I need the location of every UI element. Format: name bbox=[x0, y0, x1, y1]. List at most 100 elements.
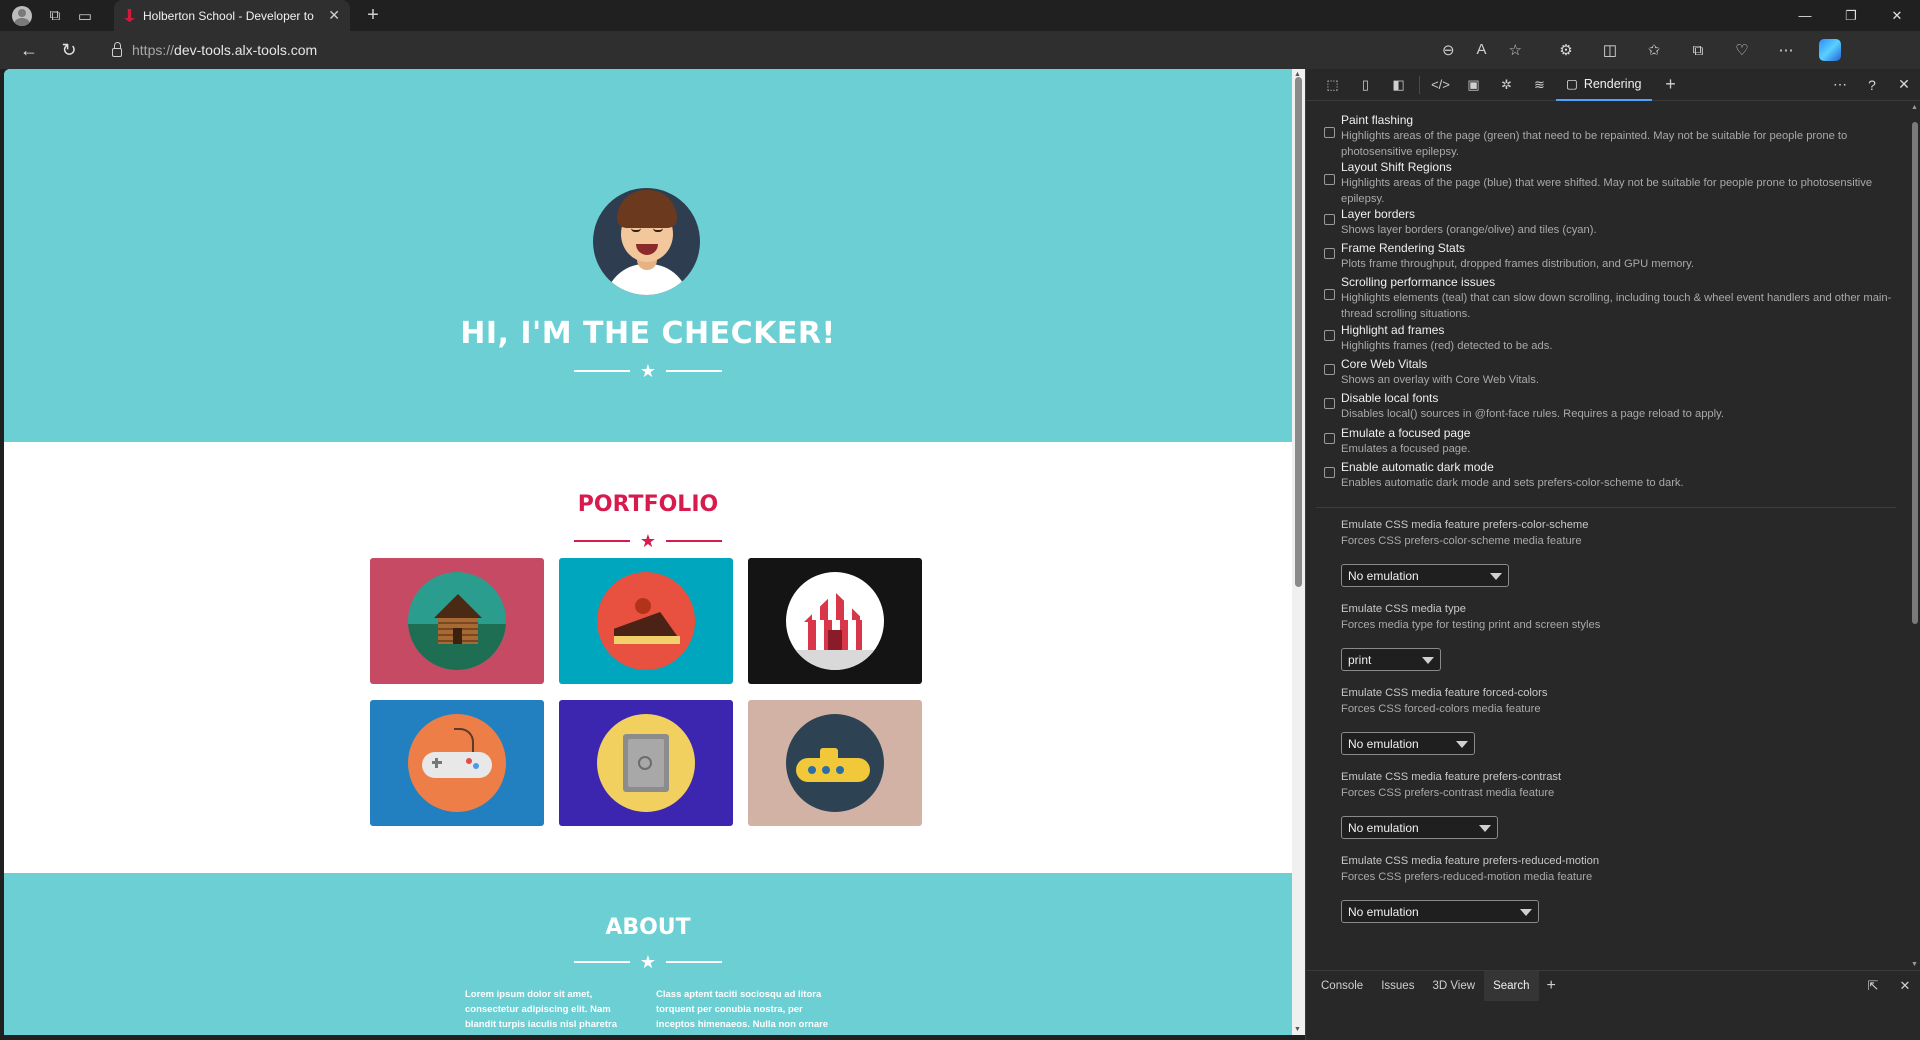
option-core-web-vitals[interactable]: Core Web Vitals Shows an overlay with Co… bbox=[1324, 356, 1894, 388]
star-icon: ★ bbox=[639, 361, 657, 381]
option-highlight-ad-frames[interactable]: Highlight ad frames Highlights frames (r… bbox=[1324, 322, 1894, 354]
favorites-icon[interactable]: ✩ bbox=[1632, 35, 1676, 65]
portfolio-item-circus[interactable] bbox=[748, 558, 922, 684]
checkbox[interactable] bbox=[1324, 398, 1335, 409]
devtools-toolbar: ⬚ ▯ ◧ </> ▣ ✲ ≋ ▢ Rendering + ⋯ ? ✕ bbox=[1306, 69, 1920, 101]
split-screen-icon[interactable]: ◫ bbox=[1588, 35, 1632, 65]
help-icon[interactable]: ? bbox=[1856, 69, 1888, 101]
tab-3d-view[interactable]: 3D View bbox=[1423, 971, 1484, 1001]
tab-search[interactable]: Search bbox=[1484, 970, 1539, 1001]
devtools-drawer: Console Issues 3D View Search + ⇱ ✕ bbox=[1306, 970, 1920, 1001]
undock-drawer-icon[interactable]: ⇱ bbox=[1857, 971, 1889, 1001]
emulate-prefers-reduced-motion: Emulate CSS media feature prefers-reduce… bbox=[1341, 853, 1599, 923]
option-scrolling-performance[interactable]: Scrolling performance issues Highlights … bbox=[1324, 274, 1894, 322]
checkbox[interactable] bbox=[1324, 127, 1335, 138]
game-controller-icon bbox=[408, 714, 506, 812]
option-frame-rendering-stats[interactable]: Frame Rendering Stats Plots frame throug… bbox=[1324, 240, 1894, 272]
divider bbox=[1316, 507, 1896, 508]
tab-console[interactable]: Console bbox=[1312, 971, 1372, 1001]
avatar bbox=[593, 188, 700, 295]
portfolio-item-safe[interactable] bbox=[559, 700, 733, 826]
checkbox[interactable] bbox=[1324, 330, 1335, 341]
inspect-icon[interactable]: ⬚ bbox=[1316, 69, 1349, 101]
tab-title: Holberton School - Developer to bbox=[143, 8, 314, 23]
option-disable-local-fonts[interactable]: Disable local fonts Disables local() sou… bbox=[1324, 390, 1894, 422]
prefers-reduced-motion-select[interactable]: No emulation bbox=[1341, 900, 1539, 923]
sources-icon[interactable]: ✲ bbox=[1490, 69, 1523, 101]
refresh-icon[interactable]: ↻ bbox=[52, 35, 86, 65]
more-icon[interactable]: ⋯ bbox=[1824, 69, 1856, 101]
read-aloud-icon[interactable]: A bbox=[1477, 41, 1487, 59]
restore-icon[interactable]: ❐ bbox=[1828, 0, 1874, 31]
device-emulation-icon[interactable]: ▯ bbox=[1349, 69, 1382, 101]
portfolio-item-submarine[interactable] bbox=[748, 700, 922, 826]
address-bar[interactable]: https://dev-tools.alx-tools.com ⊖ A ☆ bbox=[112, 35, 1532, 65]
more-icon[interactable]: ⋯ bbox=[1764, 35, 1808, 65]
about-text-right: Class aptent taciti sociosqu ad litora t… bbox=[656, 989, 829, 1030]
prefers-color-scheme-select[interactable]: No emulation bbox=[1341, 564, 1509, 587]
browser-essentials-icon[interactable]: ♡ bbox=[1720, 35, 1764, 65]
forced-colors-select[interactable]: No emulation bbox=[1341, 732, 1475, 755]
portfolio-item-game-controller[interactable] bbox=[370, 700, 544, 826]
devtools-scrollbar[interactable]: ▲ ▼ bbox=[1909, 102, 1920, 970]
network-icon[interactable]: ≋ bbox=[1523, 69, 1556, 101]
lock-icon[interactable] bbox=[112, 41, 122, 57]
close-devtools-icon[interactable]: ✕ bbox=[1888, 69, 1920, 101]
about-section: ABOUT ★ Lorem ipsum dolor sit amet, cons… bbox=[4, 873, 1292, 1035]
copilot-icon[interactable] bbox=[1808, 35, 1852, 65]
minimize-icon[interactable]: — bbox=[1782, 0, 1828, 31]
workspaces-icon[interactable]: ⧉ bbox=[40, 0, 70, 31]
option-paint-flashing[interactable]: Paint flashing Highlights areas of the p… bbox=[1324, 112, 1894, 160]
option-emulate-focused-page[interactable]: Emulate a focused page Emulates a focuse… bbox=[1324, 425, 1894, 457]
dock-icon[interactable]: ◧ bbox=[1382, 69, 1415, 101]
console-icon[interactable]: ▣ bbox=[1457, 69, 1490, 101]
portfolio-title: PORTFOLIO bbox=[577, 492, 719, 517]
page-viewport[interactable]: HI, I'M THE CHECKER! ★ PORTFOLIO ★ ABOUT… bbox=[4, 69, 1292, 1035]
checkbox[interactable] bbox=[1324, 174, 1335, 185]
media-type-select[interactable]: print bbox=[1341, 648, 1441, 671]
checkbox[interactable] bbox=[1324, 248, 1335, 259]
close-drawer-icon[interactable]: ✕ bbox=[1889, 971, 1920, 1001]
tab-rendering[interactable]: ▢ Rendering bbox=[1556, 69, 1652, 101]
portfolio-item-cabin[interactable] bbox=[370, 558, 544, 684]
page-scrollbar-thumb[interactable] bbox=[1295, 77, 1302, 587]
favorite-icon[interactable]: ☆ bbox=[1509, 41, 1522, 59]
extensions-icon[interactable]: ⚙ bbox=[1544, 35, 1588, 65]
prefers-contrast-select[interactable]: No emulation bbox=[1341, 816, 1498, 839]
back-icon[interactable]: ← bbox=[12, 35, 46, 65]
tab-issues[interactable]: Issues bbox=[1372, 971, 1423, 1001]
zoom-icon[interactable]: ⊖ bbox=[1442, 41, 1455, 59]
devtools-panel: ⬚ ▯ ◧ </> ▣ ✲ ≋ ▢ Rendering + ⋯ ? ✕ Pain… bbox=[1305, 69, 1920, 1040]
browser-toolbar: ← ↻ https://dev-tools.alx-tools.com ⊖ A … bbox=[0, 31, 1920, 69]
checkbox[interactable] bbox=[1324, 289, 1335, 300]
close-icon[interactable]: ✕ bbox=[328, 7, 340, 24]
option-auto-dark-mode[interactable]: Enable automatic dark mode Enables autom… bbox=[1324, 459, 1894, 491]
checkbox[interactable] bbox=[1324, 433, 1335, 444]
checkbox[interactable] bbox=[1324, 214, 1335, 225]
add-drawer-tab-icon[interactable]: + bbox=[1539, 977, 1564, 995]
profile-icon[interactable] bbox=[12, 5, 32, 26]
checkbox[interactable] bbox=[1324, 467, 1335, 478]
devtools-scrollbar-thumb[interactable] bbox=[1912, 122, 1918, 624]
portfolio-item-cake[interactable] bbox=[559, 558, 733, 684]
collections-icon[interactable]: ⧉ bbox=[1676, 35, 1720, 65]
tab-actions-icon[interactable]: ▭ bbox=[70, 0, 100, 31]
page-scrollbar[interactable]: ▲ ▼ bbox=[1292, 69, 1305, 1035]
safe-icon bbox=[597, 714, 695, 812]
checkbox[interactable] bbox=[1324, 364, 1335, 375]
option-layout-shift-regions[interactable]: Layout Shift Regions Highlights areas of… bbox=[1324, 159, 1894, 207]
option-layer-borders[interactable]: Layer borders Shows layer borders (orang… bbox=[1324, 206, 1894, 238]
new-tab-icon[interactable]: + bbox=[358, 0, 388, 31]
elements-icon[interactable]: </> bbox=[1424, 69, 1457, 101]
hero-divider: ★ bbox=[4, 362, 1292, 380]
add-tool-icon[interactable]: + bbox=[1656, 74, 1686, 95]
chevron-down-icon bbox=[1490, 573, 1502, 580]
url-text[interactable]: https://dev-tools.alx-tools.com bbox=[132, 42, 317, 58]
emulate-prefers-color-scheme: Emulate CSS media feature prefers-color-… bbox=[1341, 517, 1588, 587]
hero-section: HI, I'M THE CHECKER! ★ bbox=[4, 69, 1292, 442]
cake-icon bbox=[597, 572, 695, 670]
window-close-icon[interactable]: ✕ bbox=[1874, 0, 1920, 31]
holberton-favicon-icon bbox=[124, 9, 135, 22]
browser-tab[interactable]: Holberton School - Developer to ✕ bbox=[114, 0, 350, 31]
hero-title: HI, I'M THE CHECKER! bbox=[460, 316, 836, 351]
